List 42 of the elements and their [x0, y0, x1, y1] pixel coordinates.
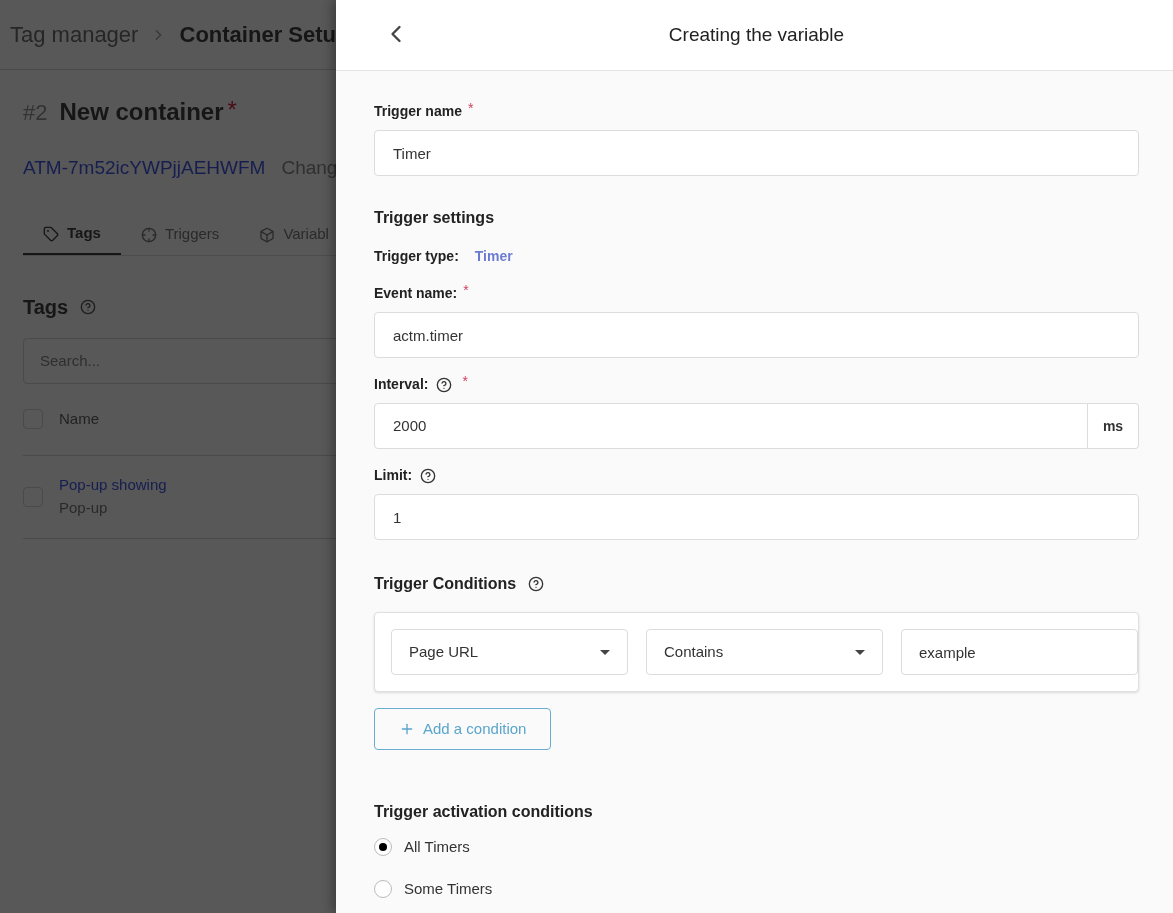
breadcrumb-item: Container Setu — [179, 21, 336, 49]
required-mark: * — [467, 101, 474, 115]
field-label: Trigger name — [374, 102, 462, 121]
required-mark: * — [463, 283, 469, 297]
box-icon — [259, 226, 276, 243]
container-name: New container — [59, 97, 224, 127]
add-condition-button[interactable]: Add a condition — [374, 708, 552, 750]
plus-icon — [399, 721, 415, 737]
crosshair-icon — [140, 226, 157, 243]
text-field[interactable]: Timer — [374, 130, 1139, 176]
unit-label: ms — [1088, 403, 1139, 449]
section-title: Trigger settings — [374, 208, 496, 228]
field-label: Trigger type: — [374, 247, 459, 266]
caret-icon — [600, 649, 610, 655]
field-label: Event name: — [374, 284, 458, 303]
radio-label: Some Timers — [404, 878, 493, 899]
radio-button[interactable] — [374, 879, 392, 898]
text-field[interactable]: 1 — [374, 494, 1139, 540]
text-field[interactable]: actm.timer — [374, 312, 1139, 358]
radio-label: All Timers — [404, 837, 470, 857]
text-field[interactable]: 2000 — [374, 403, 1088, 449]
tag-name-link[interactable]: Pop-up showing — [59, 474, 167, 497]
tag-icon — [43, 225, 59, 242]
variable-dropdown[interactable]: Page URL — [391, 629, 628, 675]
container-id-link[interactable]: ATM-7m52icYWPjjAEHWFM — [23, 154, 266, 183]
required-mark: * — [227, 95, 237, 125]
section-title: Tags — [23, 294, 69, 320]
panel-title: Creating the variable — [668, 22, 845, 47]
radio-button[interactable] — [374, 838, 392, 857]
trigger-type-value: Timer — [474, 247, 513, 266]
help-icon[interactable] — [420, 467, 437, 484]
caret-icon — [855, 649, 865, 655]
section-title: Trigger activation conditions — [374, 802, 594, 822]
field-label: Limit: — [374, 466, 413, 485]
help-icon[interactable] — [436, 376, 453, 393]
field-label: Interval: — [374, 375, 429, 394]
condition-value-field[interactable]: example — [901, 629, 1138, 675]
required-mark: * — [462, 374, 468, 388]
tab[interactable]: Tags — [23, 214, 121, 255]
section-title: Trigger Conditions — [374, 574, 517, 594]
help-icon[interactable] — [528, 576, 545, 592]
operator-dropdown[interactable]: Contains — [646, 629, 883, 675]
